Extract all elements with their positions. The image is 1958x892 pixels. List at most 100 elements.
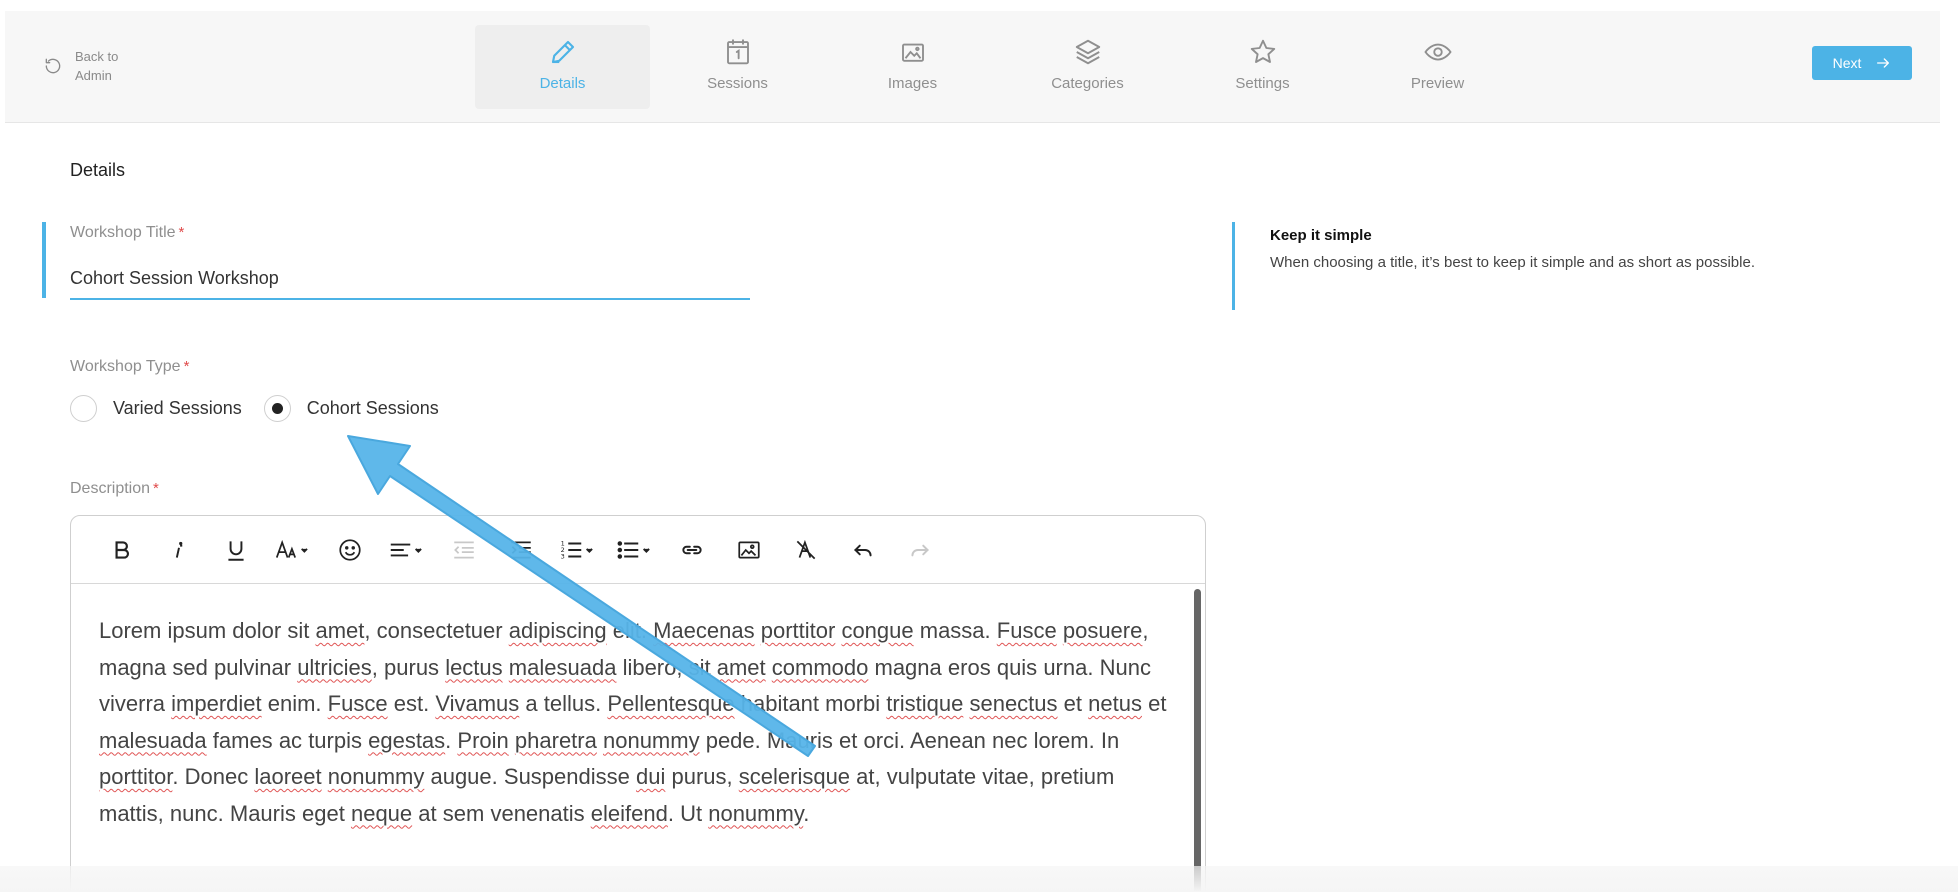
active-field-indicator bbox=[42, 222, 46, 298]
spellcheck-word: tristique bbox=[886, 691, 964, 716]
emoji-button[interactable] bbox=[321, 530, 378, 570]
tab-sessions[interactable]: Sessions bbox=[650, 25, 825, 109]
outdent-icon bbox=[453, 541, 474, 558]
description-label: Description * bbox=[70, 480, 159, 497]
next-button[interactable]: Next bbox=[1812, 46, 1912, 80]
tab-details[interactable]: Details bbox=[475, 25, 650, 109]
tab-images[interactable]: Images bbox=[825, 25, 1000, 109]
calendar-icon bbox=[726, 39, 749, 65]
bullet-list-dropdown[interactable] bbox=[606, 530, 663, 570]
image-icon bbox=[737, 541, 760, 558]
spellcheck-word: Vivamus bbox=[435, 691, 520, 716]
radio-button-unselected[interactable] bbox=[70, 395, 97, 422]
spellcheck-word: eleifend bbox=[590, 800, 668, 826]
workshop-title-input[interactable] bbox=[70, 258, 750, 300]
underline-button[interactable] bbox=[207, 530, 264, 570]
radio-button-selected[interactable] bbox=[263, 395, 291, 422]
link-button[interactable] bbox=[663, 530, 720, 570]
bullet-list-icon bbox=[617, 540, 650, 559]
spellcheck-word: neque bbox=[350, 800, 413, 826]
spellcheck-word: nonummy bbox=[602, 727, 700, 753]
ordered-list-dropdown[interactable]: 123 bbox=[549, 530, 606, 570]
link-icon bbox=[681, 545, 702, 554]
clear-format-button[interactable] bbox=[777, 530, 834, 570]
outdent-button[interactable] bbox=[435, 530, 492, 570]
font-size-dropdown[interactable] bbox=[264, 530, 321, 570]
spellcheck-word: scelerisque bbox=[738, 764, 851, 789]
spellcheck-word: nonummy bbox=[708, 800, 804, 826]
radio-label: Varied Sessions bbox=[113, 398, 242, 418]
radio-varied-sessions[interactable]: Varied Sessions bbox=[70, 395, 242, 422]
required-marker: * bbox=[153, 480, 159, 497]
spellcheck-word: porttitor bbox=[99, 764, 173, 789]
required-marker: * bbox=[183, 358, 190, 375]
hint-text: When choosing a title, it’s best to keep… bbox=[1270, 254, 1755, 271]
bold-button[interactable] bbox=[93, 530, 150, 570]
underline-icon bbox=[227, 540, 244, 561]
insert-image-button[interactable] bbox=[720, 530, 777, 570]
clear-format-icon bbox=[796, 539, 815, 559]
svg-text:3: 3 bbox=[560, 552, 564, 560]
spellcheck-word: malesuada bbox=[508, 654, 617, 680]
top-navigation-bar: Back to Admin Details Sessions Images Ca… bbox=[5, 11, 1940, 123]
wizard-tabs: Details Sessions Images Categories Setti… bbox=[475, 25, 1525, 109]
align-left-icon bbox=[390, 543, 422, 556]
tab-preview[interactable]: Preview bbox=[1350, 25, 1525, 109]
indent-icon bbox=[510, 541, 531, 558]
spellcheck-word: Pellentesque bbox=[607, 691, 735, 716]
emoji-icon bbox=[338, 538, 361, 561]
image-icon bbox=[901, 43, 924, 62]
arrow-right-icon bbox=[1877, 58, 1890, 68]
font-size-icon bbox=[275, 539, 308, 558]
undo-button[interactable] bbox=[834, 530, 891, 570]
spellcheck-word: Proin bbox=[457, 727, 509, 753]
hint-indicator bbox=[1232, 222, 1235, 310]
section-title: Details bbox=[70, 160, 126, 180]
redo-button[interactable] bbox=[891, 530, 948, 570]
radio-label: Cohort Sessions bbox=[306, 398, 439, 418]
spellcheck-word: malesuada bbox=[99, 727, 207, 753]
spellcheck-word: posuere bbox=[1062, 618, 1143, 643]
spellcheck-word: lectus bbox=[445, 654, 503, 680]
workshop-title-label: Workshop Title * bbox=[70, 224, 185, 241]
next-button-label: Next bbox=[1832, 55, 1862, 71]
spellcheck-word: porttitor bbox=[760, 618, 836, 643]
ordered-list-icon: 123 bbox=[560, 539, 593, 560]
required-marker: * bbox=[178, 224, 185, 241]
workshop-type-label: Workshop Type * bbox=[70, 358, 190, 375]
radio-cohort-sessions[interactable]: Cohort Sessions bbox=[263, 395, 439, 422]
undo-icon bbox=[853, 544, 872, 556]
spellcheck-word: senectus bbox=[969, 691, 1058, 716]
spellcheck-word: adipiscing bbox=[508, 618, 607, 643]
rich-text-editor: 123 Lorem ipsum dolor sit amet, consecte… bbox=[70, 515, 1206, 892]
editor-scrollbar[interactable] bbox=[1194, 589, 1201, 891]
bottom-edge-fade bbox=[0, 866, 1958, 892]
spellcheck-word: commodo bbox=[771, 654, 869, 680]
spellcheck-word: netus bbox=[1088, 691, 1142, 716]
spellcheck-word: amet bbox=[315, 618, 365, 643]
eye-icon bbox=[1423, 43, 1452, 61]
align-dropdown[interactable] bbox=[378, 530, 435, 570]
spellcheck-word: congue bbox=[841, 618, 914, 643]
back-to-admin-link[interactable]: Back to Admin bbox=[43, 47, 135, 85]
bold-icon bbox=[115, 540, 129, 559]
editor-toolbar: 123 bbox=[71, 516, 1205, 584]
tab-categories[interactable]: Categories bbox=[1000, 25, 1175, 109]
radio-selected-dot bbox=[271, 403, 283, 414]
spellcheck-word: dui bbox=[636, 764, 666, 789]
tab-settings[interactable]: Settings bbox=[1175, 25, 1350, 109]
spellcheck-word: Fusce bbox=[996, 618, 1057, 643]
italic-button[interactable] bbox=[150, 530, 207, 570]
spellcheck-word: Maecenas bbox=[653, 618, 755, 643]
back-to-admin-label: Back to Admin bbox=[75, 49, 119, 83]
spellcheck-word: imperdiet bbox=[171, 691, 262, 716]
layers-icon bbox=[1075, 39, 1100, 65]
spellcheck-word: egestas bbox=[368, 727, 446, 753]
spellcheck-word: laoreet bbox=[254, 764, 322, 789]
spellcheck-word: pharetra bbox=[514, 727, 597, 753]
description-editor-content[interactable]: Lorem ipsum dolor sit amet, consectetuer… bbox=[71, 585, 1193, 891]
spellcheck-word: nonummy bbox=[327, 764, 425, 789]
indent-button[interactable] bbox=[492, 530, 549, 570]
star-icon bbox=[1250, 39, 1275, 63]
spellcheck-word: amet bbox=[716, 654, 766, 680]
